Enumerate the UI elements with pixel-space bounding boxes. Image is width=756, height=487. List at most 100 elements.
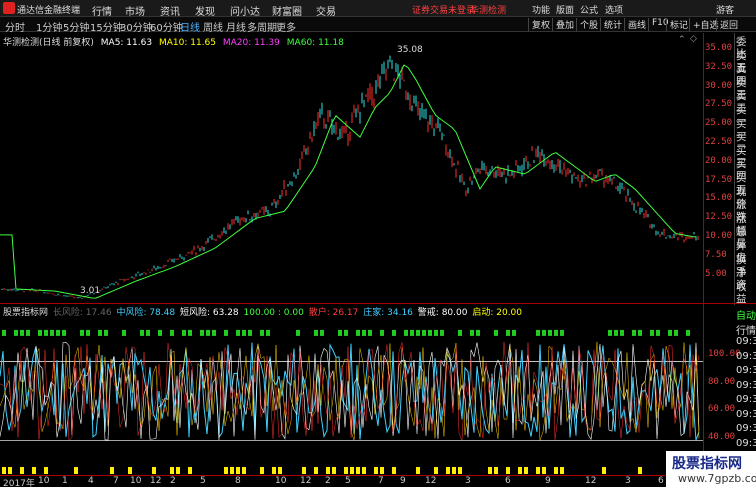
yellow-bar: [110, 467, 114, 474]
yellow-bar: [542, 467, 546, 474]
indicator-side-item: 09:30: [736, 365, 756, 376]
kline-chart[interactable]: [0, 44, 703, 302]
y-tick-label: 25.00: [705, 118, 733, 129]
y-tick-label: 12.50: [705, 212, 733, 223]
menu-wealth[interactable]: 财富圈: [272, 3, 302, 18]
green-bar: [620, 329, 624, 336]
login-notice[interactable]: 证券交易未登录: [412, 3, 475, 16]
green-bar: [368, 329, 372, 336]
green-bar: [80, 329, 84, 336]
menu-layout[interactable]: 版面: [556, 3, 574, 16]
period-multi[interactable]: 多周期: [247, 19, 277, 34]
yellow-bar: [356, 467, 360, 474]
green-bar: [296, 329, 300, 336]
y-tick-label: 30.00: [705, 80, 733, 91]
settings-dot-icon[interactable]: ◇: [690, 34, 697, 44]
menu-trade[interactable]: 交易: [316, 3, 336, 18]
green-bar: [122, 329, 126, 336]
date-tick-label: 4: [88, 476, 94, 486]
tool-mark[interactable]: 标记: [666, 18, 691, 31]
y-tick-label: 10.00: [705, 231, 733, 241]
tool-back[interactable]: 返回: [716, 18, 741, 31]
date-tick-label: 9: [545, 476, 551, 486]
yellow-bar: [524, 467, 528, 474]
yellow-bar: [326, 467, 330, 474]
yellow-bar: [452, 467, 456, 474]
green-bar: [62, 329, 66, 336]
menu-ask[interactable]: 问小达: [230, 3, 260, 18]
menu-discover[interactable]: 发现: [195, 3, 215, 18]
green-bar: [410, 329, 414, 336]
green-bar: [200, 329, 204, 336]
tool-draw[interactable]: 画线: [624, 18, 649, 31]
period-30min[interactable]: 30分钟: [120, 19, 153, 34]
date-tick-label: 2017年: [3, 479, 35, 487]
yellow-bar: [128, 467, 132, 474]
yellow-bar: [332, 467, 336, 474]
yellow-bar: [362, 467, 366, 474]
green-bar: [140, 329, 144, 336]
yellow-bar: [392, 467, 396, 474]
tool-stock[interactable]: 个股: [576, 18, 601, 31]
period-1min[interactable]: 1分钟: [36, 19, 62, 34]
indicator-side-item: 09:30: [736, 350, 756, 362]
indicator-chart[interactable]: [0, 316, 703, 475]
low-price-label: 3.01: [80, 286, 101, 296]
menu-market[interactable]: 市场: [125, 3, 145, 18]
green-bar: [338, 329, 342, 336]
yellow-bar: [152, 467, 156, 474]
yellow-bar: [488, 467, 492, 474]
tool-stats[interactable]: 统计: [600, 18, 625, 31]
date-tick-label: 2: [170, 476, 176, 486]
yellow-bar: [242, 467, 246, 474]
menu-market-quotes[interactable]: 行情: [92, 3, 112, 18]
yellow-bar: [314, 467, 318, 474]
green-bar: [608, 329, 612, 336]
green-bar: [512, 329, 516, 336]
user-guest[interactable]: 游客: [716, 3, 734, 16]
date-tick-label: 10: [38, 476, 50, 486]
date-tick-label: 12: [585, 476, 597, 486]
period-more[interactable]: 更多: [276, 19, 296, 34]
period-intraday[interactable]: 分时: [5, 19, 25, 34]
period-5min[interactable]: 5分钟: [63, 19, 89, 34]
green-bar: [458, 329, 462, 336]
period-monthly[interactable]: 月线: [226, 19, 246, 34]
yellow-bar: [416, 467, 420, 474]
side-panel-item[interactable]: 收益: [736, 281, 756, 305]
menu-formula[interactable]: 公式: [580, 3, 598, 16]
tool-adjust[interactable]: 复权: [528, 18, 553, 31]
yellow-bar: [272, 467, 276, 474]
menu-news[interactable]: 资讯: [160, 3, 180, 18]
y-tick-label: 7.50: [705, 249, 727, 260]
app-name: 通达信金融终端: [17, 6, 81, 16]
period-weekly[interactable]: 周线: [203, 19, 223, 34]
yellow-bar: [170, 467, 174, 474]
green-bar: [614, 329, 618, 336]
yellow-bar: [8, 467, 12, 474]
yellow-bar: [518, 467, 522, 474]
menu-options[interactable]: 选项: [605, 3, 623, 16]
green-bar: [506, 329, 510, 336]
indicator-side-item: 自动: [736, 311, 756, 322]
period-15min[interactable]: 15分钟: [90, 19, 123, 34]
date-tick-label: 8: [235, 476, 241, 486]
date-tick-label: 5: [345, 476, 351, 486]
right-axis-line: [703, 33, 704, 475]
menu-function[interactable]: 功能: [532, 3, 550, 16]
period-60min[interactable]: 60分钟: [150, 19, 183, 34]
yellow-bar: [638, 467, 642, 474]
date-tick-label: 7: [378, 476, 384, 486]
yellow-bar: [176, 467, 180, 474]
top-menu-bar: 通达信金融终端 行情 市场 资讯 发现 问小达 财富圈 交易 证券交易未登录 华…: [0, 0, 756, 18]
green-bar: [632, 329, 636, 336]
green-bar: [20, 329, 24, 336]
y-tick-label: 27.50: [705, 99, 733, 110]
green-bar: [428, 329, 432, 336]
period-daily[interactable]: 日线: [180, 19, 200, 34]
green-bar: [50, 329, 54, 336]
date-tick-label: 10: [275, 476, 287, 486]
date-tick-label: 9: [400, 476, 406, 486]
tool-overlay[interactable]: 叠加: [552, 18, 577, 31]
yellow-bar: [230, 467, 234, 474]
